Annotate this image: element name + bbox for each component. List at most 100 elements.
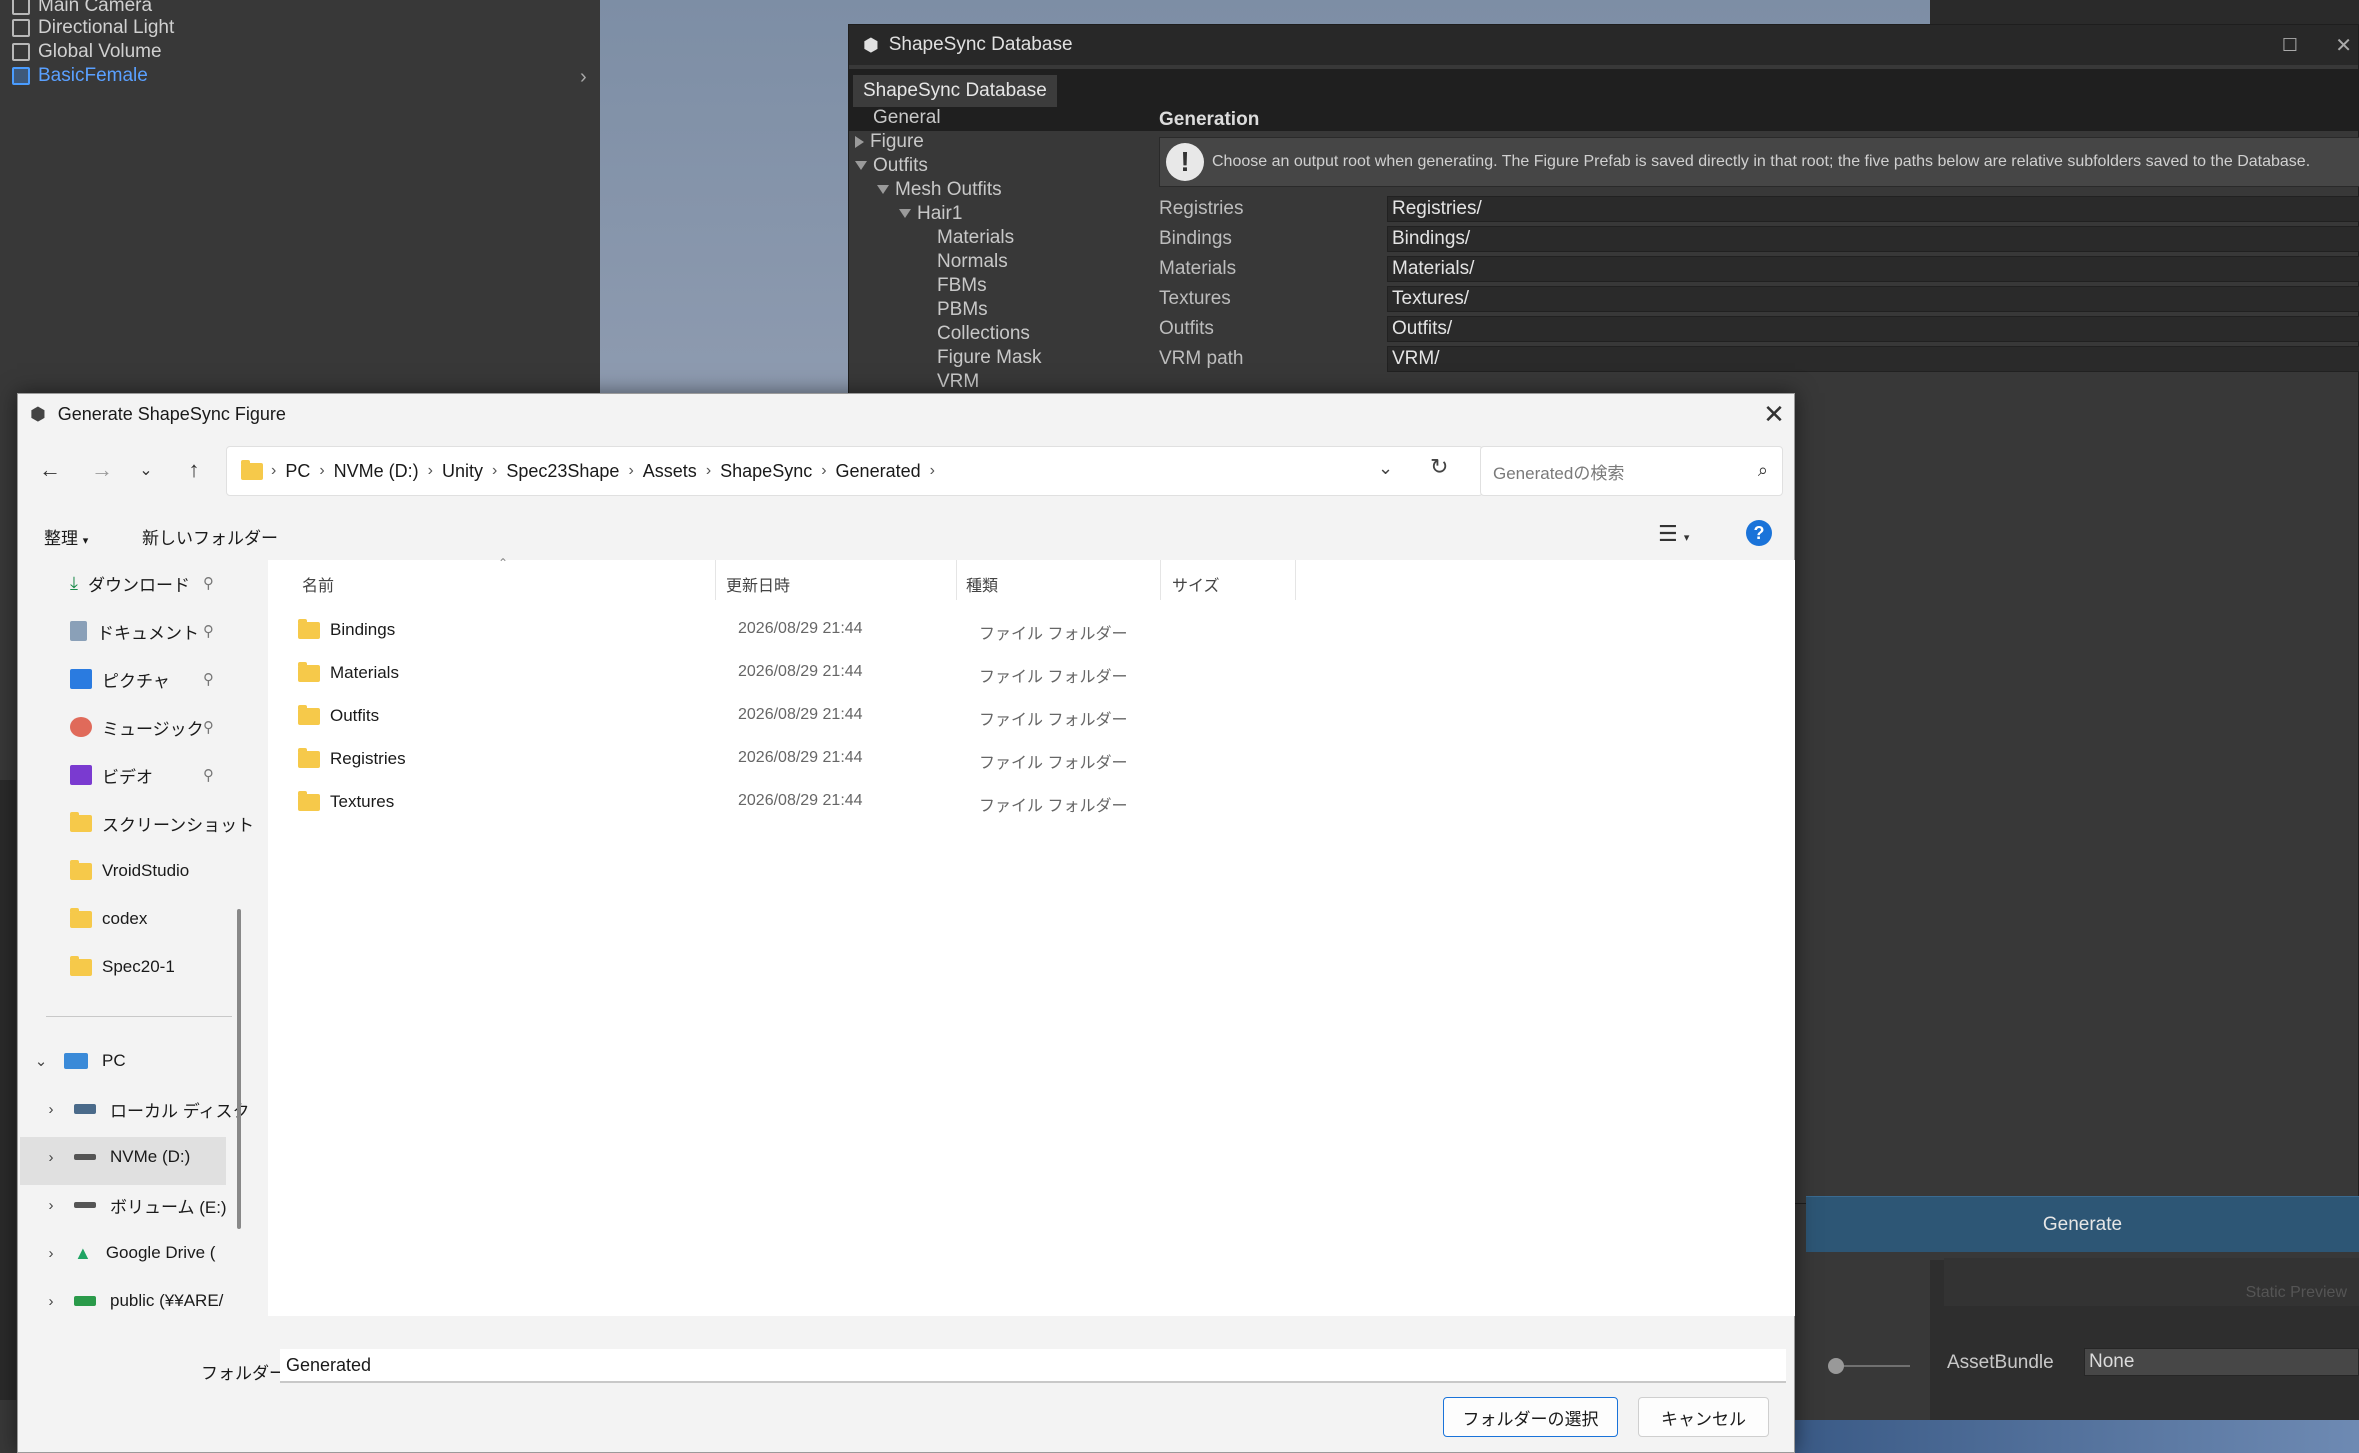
tree-item-mesh-outfits[interactable]: Mesh Outfits — [877, 179, 1002, 201]
hierarchy-item-global-volume[interactable]: Global Volume — [12, 40, 162, 64]
select-folder-button[interactable]: フォルダーの選択 — [1443, 1397, 1618, 1437]
dialog-titlebar[interactable]: ⬢ Generate ShapeSync Figure — [18, 394, 1794, 434]
close-icon[interactable]: ✕ — [1760, 399, 1788, 429]
up-arrow-icon[interactable]: ↑ — [176, 452, 212, 488]
chevron-right-icon[interactable]: › — [42, 1101, 60, 1118]
column-divider[interactable] — [715, 560, 716, 600]
column-header-size[interactable]: サイズ — [1172, 572, 1220, 596]
tree-item-fbms[interactable]: FBMs — [937, 275, 987, 297]
nav-item-volume-e[interactable]: › ボリューム (E:) — [42, 1188, 227, 1222]
materials-field[interactable]: Materials/ — [1387, 256, 2359, 282]
file-row[interactable]: Textures 2026/08/29 21:44 ファイル フォルダー — [268, 780, 1795, 823]
column-header-type[interactable]: 種類 — [966, 572, 998, 596]
nav-item-google-drive[interactable]: › ▲ Google Drive ( — [42, 1236, 216, 1270]
breadcrumb-item[interactable]: Unity — [433, 461, 492, 482]
chevron-down-icon[interactable]: ⌄ — [32, 1052, 50, 1070]
pin-icon[interactable]: ⚲ — [203, 574, 214, 592]
pin-icon[interactable]: ⚲ — [203, 622, 214, 640]
tab-shapesync-database[interactable]: ShapeSync Database — [853, 75, 1057, 107]
nav-item-music[interactable]: ミュージック — [70, 711, 204, 743]
tree-item-pbms[interactable]: PBMs — [937, 299, 988, 321]
tree-item-outfits[interactable]: Outfits — [855, 155, 928, 177]
nav-item-screenshots[interactable]: スクリーンショット — [70, 807, 254, 839]
tree-item-vrm[interactable]: VRM — [937, 371, 979, 393]
collapse-arrow-icon[interactable] — [877, 185, 889, 195]
nav-scrollbar[interactable] — [237, 909, 241, 1229]
outfits-field[interactable]: Outfits/ — [1387, 316, 2359, 342]
breadcrumb-separator-icon[interactable]: › — [930, 462, 935, 480]
breadcrumb-item[interactable]: Assets — [634, 461, 706, 482]
nav-item-pc[interactable]: ⌄ PC — [32, 1044, 126, 1078]
new-folder-button[interactable]: 新しいフォルダー — [142, 524, 278, 549]
column-divider[interactable] — [1295, 560, 1296, 600]
tree-item-general[interactable]: General — [873, 107, 941, 129]
column-divider[interactable] — [1160, 560, 1161, 600]
help-icon[interactable]: ? — [1746, 520, 1772, 546]
textures-field[interactable]: Textures/ — [1387, 286, 2359, 312]
column-header-name[interactable]: 名前 — [302, 572, 334, 596]
close-icon[interactable]: ✕ — [2335, 33, 2352, 58]
pin-icon[interactable]: ⚲ — [203, 718, 214, 736]
back-arrow-icon[interactable]: ← — [32, 452, 68, 488]
tree-item-materials[interactable]: Materials — [937, 227, 1014, 249]
chevron-right-icon[interactable]: › — [42, 1293, 60, 1310]
cancel-button[interactable]: キャンセル — [1638, 1397, 1769, 1437]
file-row[interactable]: Registries 2026/08/29 21:44 ファイル フォルダー — [268, 737, 1795, 780]
generate-button[interactable]: Generate — [1806, 1196, 2359, 1252]
nav-item-local-disk[interactable]: › ローカル ディスク — [42, 1092, 250, 1126]
hierarchy-item-directional-light[interactable]: Directional Light — [12, 16, 174, 40]
breadcrumb-item[interactable]: Generated — [827, 461, 930, 482]
tree-item-figure-mask[interactable]: Figure Mask — [937, 347, 1042, 369]
vrm-path-field[interactable]: VRM/ — [1387, 346, 2359, 372]
chevron-down-icon[interactable]: ⌄ — [1378, 458, 1393, 479]
collapse-arrow-icon[interactable] — [855, 161, 867, 171]
nav-item-nvme-d[interactable]: › NVMe (D:) — [42, 1140, 191, 1174]
nav-item-pictures[interactable]: ピクチャ — [70, 663, 170, 695]
tree-item-collections[interactable]: Collections — [937, 323, 1030, 345]
assetbundle-dropdown[interactable]: None — [2084, 1348, 2359, 1376]
registries-field[interactable]: Registries/ — [1387, 196, 2359, 222]
file-row[interactable]: Bindings 2026/08/29 21:44 ファイル フォルダー — [268, 608, 1795, 651]
breadcrumb-item[interactable]: NVMe (D:) — [325, 461, 428, 482]
file-row[interactable]: Materials 2026/08/29 21:44 ファイル フォルダー — [268, 651, 1795, 694]
forward-arrow-icon[interactable]: → — [84, 452, 120, 488]
tree-item-normals[interactable]: Normals — [937, 251, 1008, 273]
address-bar[interactable]: › PC › NVMe (D:) › Unity › Spec23Shape ›… — [226, 446, 1483, 496]
chevron-right-icon[interactable]: › — [42, 1149, 60, 1166]
google-drive-icon: ▲ — [74, 1242, 92, 1263]
search-icon[interactable]: ⌕ — [1758, 460, 1768, 481]
bindings-field[interactable]: Bindings/ — [1387, 226, 2359, 252]
nav-item-downloads[interactable]: ⤓ ダウンロード — [70, 567, 190, 599]
nav-item-vroidstudio[interactable]: VroidStudio — [70, 855, 189, 887]
recent-dropdown-icon[interactable]: ⌄ — [128, 452, 164, 488]
file-row[interactable]: Outfits 2026/08/29 21:44 ファイル フォルダー — [268, 694, 1795, 737]
nav-item-codex[interactable]: codex — [70, 903, 147, 935]
folder-name-input[interactable]: Generated — [280, 1349, 1786, 1383]
nav-item-documents[interactable]: ドキュメント — [70, 615, 199, 647]
preview-slider-knob[interactable] — [1828, 1358, 1844, 1374]
maximize-icon[interactable]: ☐ — [2282, 35, 2298, 56]
tree-item-figure[interactable]: Figure — [855, 131, 924, 153]
chevron-right-icon[interactable]: › — [42, 1197, 60, 1214]
window-titlebar[interactable]: ⬢ ShapeSync Database ☐ ✕ — [849, 25, 2358, 65]
breadcrumb-item[interactable]: PC — [276, 461, 319, 482]
search-input[interactable]: Generatedの検索 ⌕ — [1480, 446, 1783, 496]
column-header-date[interactable]: 更新日時 — [726, 572, 790, 596]
organize-button[interactable]: 整理 ▾ — [44, 524, 88, 549]
collapse-arrow-icon[interactable] — [899, 209, 911, 219]
pin-icon[interactable]: ⚲ — [203, 670, 214, 688]
hierarchy-item-basicfemale[interactable]: BasicFemale — [12, 64, 148, 88]
expand-arrow-icon[interactable] — [855, 135, 864, 148]
nav-item-videos[interactable]: ビデオ — [70, 759, 153, 791]
tree-item-hair1[interactable]: Hair1 — [899, 203, 962, 225]
nav-item-spec20-1[interactable]: Spec20-1 — [70, 951, 175, 983]
breadcrumb-item[interactable]: ShapeSync — [711, 461, 821, 482]
chevron-right-icon[interactable]: › — [42, 1245, 60, 1262]
view-options-icon[interactable]: ☰ ▾ — [1658, 521, 1689, 547]
refresh-icon[interactable]: ↻ — [1430, 454, 1448, 480]
breadcrumb-item[interactable]: Spec23Shape — [497, 461, 628, 482]
column-divider[interactable] — [956, 560, 957, 600]
nav-item-public-network[interactable]: › public (¥¥ARE/ — [42, 1284, 224, 1318]
pin-icon[interactable]: ⚲ — [203, 766, 214, 784]
chevron-right-icon[interactable]: › — [580, 66, 587, 89]
